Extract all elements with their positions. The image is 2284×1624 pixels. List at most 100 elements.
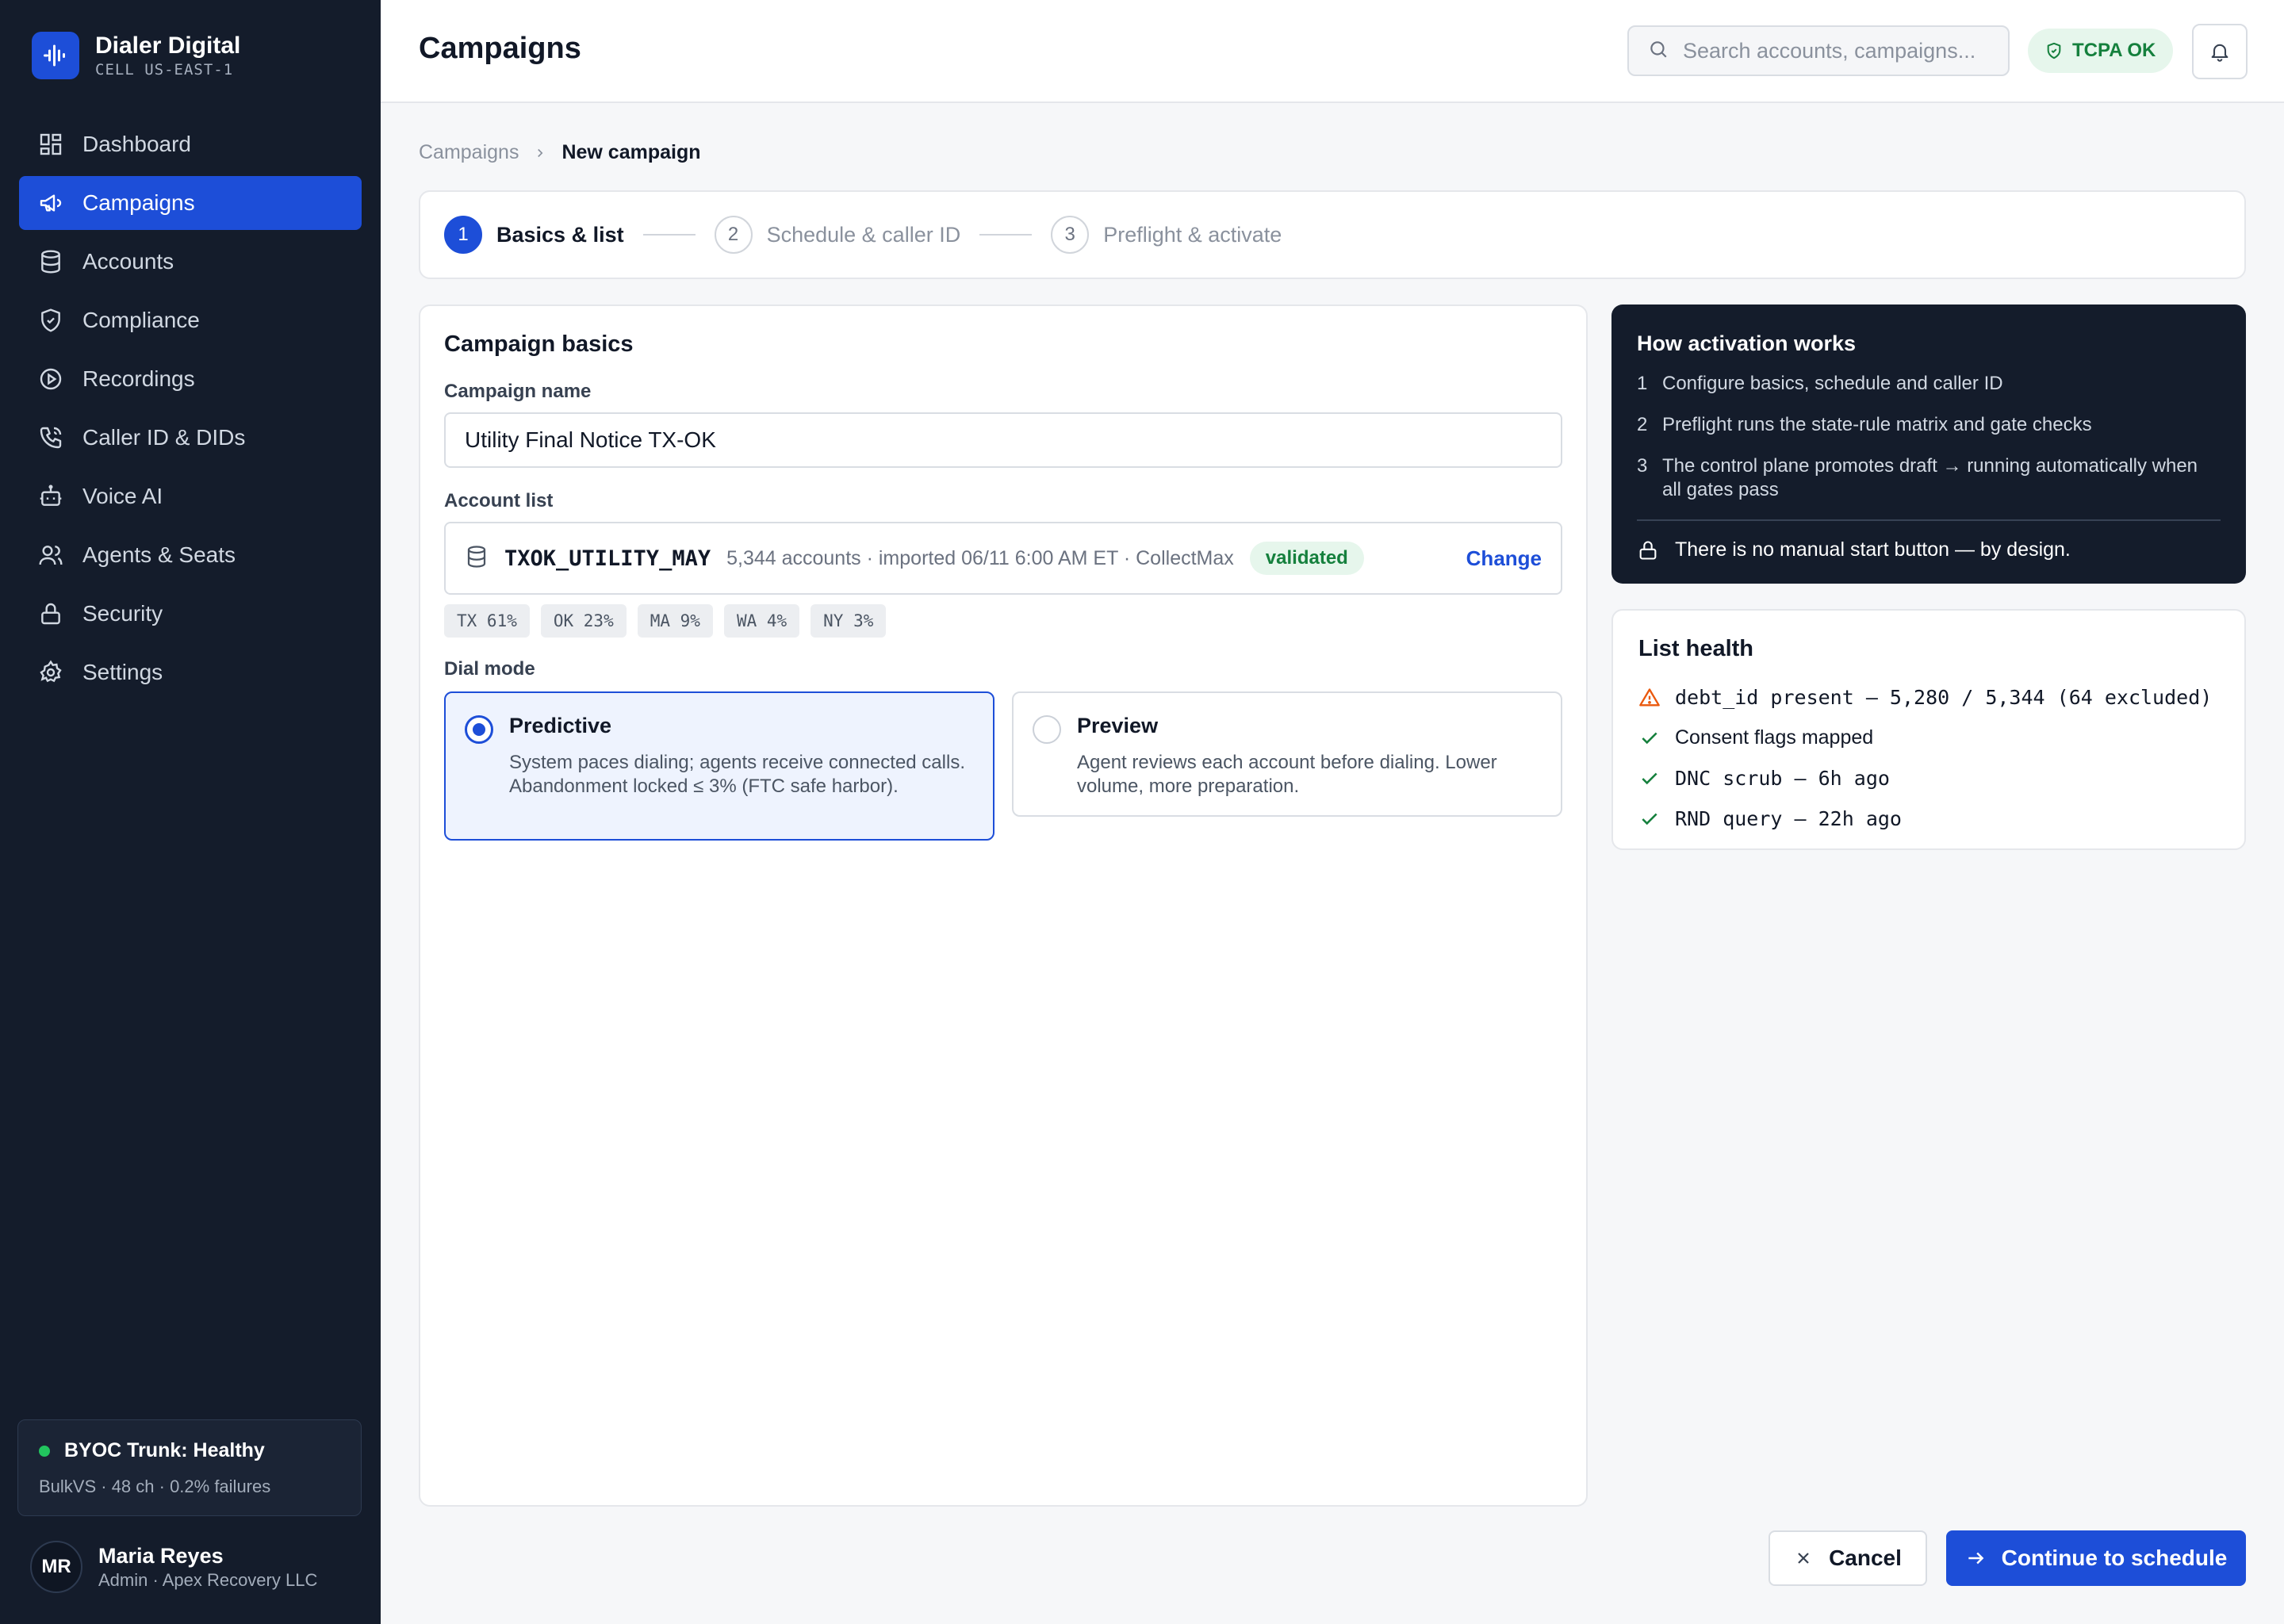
step-label: Basics & list [496, 222, 624, 247]
step-basics[interactable]: 1 Basics & list [444, 216, 624, 254]
campaign-basics-card: Campaign basics Campaign name Account li… [419, 304, 1588, 1507]
close-icon [1798, 1553, 1809, 1564]
cancel-label: Cancel [1829, 1545, 1902, 1570]
mode-title: Predictive [509, 714, 612, 737]
search-input[interactable] [1683, 38, 2000, 63]
radio-unselected[interactable] [1033, 715, 1061, 744]
state-chip: NY 3% [811, 604, 887, 638]
health-check-row: debt_id present — 5,280 / 5,344 (64 excl… [1638, 677, 2212, 718]
waveform-logo-icon [32, 32, 79, 79]
grid-icon [38, 132, 63, 157]
sidebar-item-label: Voice AI [82, 484, 163, 508]
account-list-selector[interactable]: TXOK_UTILITY_MAY 5,344 accounts · import… [444, 522, 1562, 595]
health-check-text: RND query — 22h ago [1675, 807, 1902, 830]
sidebar-item-settings[interactable]: Settings [19, 645, 362, 699]
database-icon [465, 545, 489, 573]
state-chip: MA 9% [637, 604, 713, 638]
activation-step: 2 Preflight runs the state-rule matrix a… [1637, 413, 2221, 437]
change-list-link[interactable]: Change [1466, 546, 1542, 571]
campaign-name-label: Campaign name [444, 381, 592, 402]
step-number: 2 [714, 216, 753, 254]
activation-note: There is no manual start button — by des… [1637, 538, 2221, 561]
health-check-text: Consent flags mapped [1675, 726, 1874, 749]
sidebar-item-label: Campaigns [82, 190, 195, 215]
top-bar: Campaigns TCPA OK [381, 0, 2284, 103]
breadcrumb-campaigns-link[interactable]: Campaigns [419, 141, 519, 164]
dial-mode-predictive-option[interactable]: Predictive System paces dialing; agents … [444, 691, 994, 841]
search-icon [1648, 39, 1669, 63]
bot-icon [38, 484, 63, 509]
step-text: Preflight runs the state-rule matrix and… [1662, 414, 2092, 435]
user-profile[interactable]: MR Maria Reyes Admin · Apex Recovery LLC [30, 1541, 317, 1593]
state-distribution: TX 61% OK 23% MA 9% WA 4% NY 3% [444, 604, 897, 638]
sidebar-item-recordings[interactable]: Recordings [19, 352, 362, 406]
bell-icon [2211, 44, 2228, 62]
dial-mode-label: Dial mode [444, 658, 535, 680]
dial-mode-preview-option[interactable]: Preview Agent reviews each account befor… [1012, 691, 1562, 817]
step-preflight[interactable]: 3 Preflight & activate [1051, 216, 1282, 254]
brand[interactable]: Dialer Digital CELL US-EAST-1 [32, 32, 240, 79]
sidebar-item-label: Compliance [82, 308, 200, 332]
sidebar-item-security[interactable]: Security [19, 587, 362, 641]
account-list-meta: 5,344 accounts · imported 06/11 6:00 AM … [726, 546, 1234, 569]
step-number: 1 [444, 216, 482, 254]
activation-title: How activation works [1637, 331, 1857, 355]
account-list-label: Account list [444, 490, 554, 511]
section-title: Campaign basics [444, 331, 634, 357]
user-role: Admin · Apex Recovery LLC [98, 1570, 318, 1590]
list-health-title: List health [1638, 636, 1754, 661]
gear-icon [38, 660, 63, 685]
campaign-name-input[interactable] [444, 412, 1562, 468]
step-connector [979, 234, 1033, 236]
step-number: 2 [1637, 414, 1648, 435]
activation-info-card: How activation works 1 Configure basics,… [1611, 304, 2246, 584]
play-circle-icon [38, 366, 63, 392]
state-chip: TX 61% [444, 604, 530, 638]
sidebar-item-accounts[interactable]: Accounts [19, 235, 362, 289]
wizard-stepper: 1 Basics & list 2 Schedule & caller ID 3… [419, 190, 2246, 279]
status-dot [39, 1445, 50, 1457]
mode-title: Preview [1077, 714, 1159, 737]
sidebar-item-compliance[interactable]: Compliance [19, 293, 362, 347]
check-icon [1638, 727, 1661, 749]
search-box[interactable] [1627, 25, 2010, 76]
sidebar-item-label: Dashboard [82, 132, 191, 156]
step-label: Preflight & activate [1103, 222, 1282, 247]
list-health-card: List health debt_id present — 5,280 / 5,… [1611, 609, 2246, 850]
sidebar: Dialer Digital CELL US-EAST-1 Dashboard … [0, 0, 381, 1624]
trunk-details: BulkVS · 48 ch · 0.2% failures [39, 1477, 271, 1496]
sidebar-item-label: Agents & Seats [82, 542, 236, 567]
breadcrumb-current: New campaign [561, 141, 701, 163]
health-check-row: DNC scrub — 6h ago [1638, 758, 2212, 799]
sidebar-item-caller-id[interactable]: Caller ID & DIDs [19, 411, 362, 465]
activation-steps: 1 Configure basics, schedule and caller … [1637, 372, 2221, 502]
step-connector [642, 234, 696, 236]
account-list-name: TXOK_UTILITY_MAY [504, 546, 711, 571]
trunk-title: BYOC Trunk: Healthy [64, 1439, 265, 1461]
cell-region: CELL US-EAST-1 [95, 61, 234, 79]
tcpa-status-badge[interactable]: TCPA OK [2028, 29, 2174, 73]
trunk-status-card[interactable]: BYOC Trunk: Healthy BulkVS · 48 ch · 0.2… [17, 1419, 362, 1516]
sidebar-item-agents-seats[interactable]: Agents & Seats [19, 528, 362, 582]
user-name: Maria Reyes [98, 1544, 224, 1568]
brand-name: Dialer Digital [95, 33, 241, 59]
check-icon [1638, 768, 1661, 790]
sidebar-item-dashboard[interactable]: Dashboard [19, 117, 362, 171]
step-label: Schedule & caller ID [766, 222, 961, 247]
cancel-button[interactable]: Cancel [1769, 1530, 1927, 1586]
step-number: 1 [1637, 373, 1648, 394]
mode-description: System paces dialing; agents receive con… [509, 752, 965, 797]
check-icon [1638, 808, 1661, 830]
radio-selected[interactable] [465, 715, 493, 744]
continue-to-schedule-button[interactable]: Continue to schedule [1946, 1530, 2246, 1586]
page-title: Campaigns [419, 32, 581, 65]
users-icon [38, 542, 63, 568]
divider [1637, 519, 2221, 521]
sidebar-item-campaigns[interactable]: Campaigns [19, 176, 362, 230]
sidebar-item-voice-ai[interactable]: Voice AI [19, 469, 362, 523]
sidebar-item-label: Security [82, 601, 163, 626]
step-schedule[interactable]: 2 Schedule & caller ID [714, 216, 961, 254]
notifications-button[interactable] [2192, 24, 2248, 79]
avatar: MR [30, 1541, 82, 1593]
step-text: The control plane promotes draft → runni… [1662, 455, 2198, 500]
